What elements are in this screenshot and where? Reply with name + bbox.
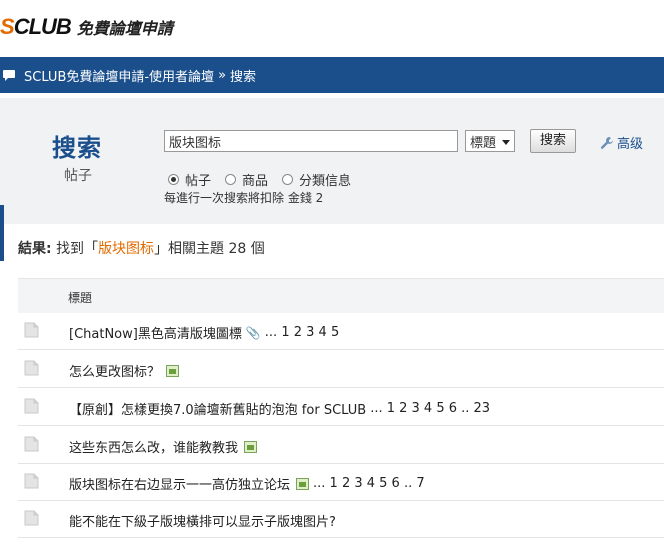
table-row: 这些东西怎么改，谁能教教我 (18, 426, 664, 464)
thread-folder-icon (24, 436, 39, 452)
thread-title-link[interactable]: 版块图标在右边显示一一高仿独立论坛 (69, 474, 290, 493)
radio-goods[interactable] (225, 174, 237, 185)
table-row: 【原創】怎樣更換7.0論壇新舊貼的泡泡 for SCLUB ... 1 2 3 4… (18, 388, 664, 426)
thread-title-link[interactable]: 这些东西怎么改，谁能教教我 (69, 437, 238, 456)
thread-folder-icon (24, 398, 39, 414)
thread-title-cell: 怎么更改图标？ (69, 361, 183, 380)
table-row: [ChatNow]黑色高清版塊圖標 📎 ... 1 2 3 4 5 (18, 312, 664, 350)
chevron-down-icon (502, 140, 510, 145)
image-attachment-icon (244, 440, 258, 453)
radio-classified[interactable] (282, 174, 294, 185)
radio-posts[interactable] (168, 174, 179, 185)
attachment-icon: 📎 (245, 325, 261, 340)
radio-classified-label[interactable]: 分類信息 (299, 170, 351, 189)
table-row: 版块图标在右边显示一一高仿独立论坛 ... 1 2 3 4 5 6 .. 7 (18, 463, 664, 501)
left-accent-bar (0, 205, 4, 261)
thread-title-link[interactable]: 怎么更改图标？ (69, 361, 160, 380)
thread-folder-icon (24, 510, 39, 526)
wrench-icon (600, 136, 613, 149)
search-button[interactable]: 搜索 (530, 129, 576, 153)
logo-brand: SCLUB (0, 14, 72, 39)
thread-title-link[interactable]: [ChatNow]黑色高清版塊圖標 (69, 323, 242, 342)
breadcrumb-forum-link[interactable]: SCLUB免費論壇申請-使用者論壇 (24, 66, 214, 85)
thread-pagination[interactable]: ... 1 2 3 4 5 6 .. 23 (370, 401, 490, 416)
breadcrumb-separator: » (218, 67, 227, 83)
thread-title-link[interactable]: 【原創】怎樣更換7.0論壇新舊貼的泡泡 for SCLUB (69, 399, 366, 418)
page-title: 搜索 (52, 134, 102, 162)
search-cost-note: 每進行一次搜索將扣除 金錢 2 (164, 191, 324, 205)
thread-pagination[interactable]: ... 1 2 3 4 5 6 .. 7 (313, 476, 425, 491)
table-row: 能不能在下級子版塊橫排可以显示子版塊图片? (18, 500, 664, 538)
breadcrumb-current[interactable]: 搜索 (230, 66, 256, 85)
thread-title-cell: 这些东西怎么改，谁能教教我 (69, 437, 261, 456)
radio-goods-label[interactable]: 商品 (242, 170, 268, 189)
image-attachment-icon (296, 477, 310, 490)
advanced-search-link[interactable]: 高级 (600, 133, 643, 152)
result-label: 結果: (18, 241, 52, 257)
thread-title-link[interactable]: 能不能在下級子版塊橫排可以显示子版塊图片? (69, 511, 336, 530)
table-row: 怎么更改图标？ (18, 350, 664, 388)
column-title-header: 標題 (68, 291, 93, 305)
thread-title-cell: [ChatNow]黑色高清版塊圖標 📎 ... 1 2 3 4 5 (69, 323, 339, 342)
thread-pagination[interactable]: ... 1 2 3 4 5 (265, 325, 339, 340)
chat-bubble-icon (3, 70, 15, 81)
site-logo[interactable]: SCLUB 免費論壇申請 (0, 14, 173, 40)
search-type-subtitle: 帖子 (64, 168, 92, 184)
image-attachment-icon (166, 364, 180, 377)
advanced-search-label: 高级 (617, 137, 644, 152)
result-summary: 結果: 找到「版块图标」相關主題 28 個 (18, 238, 265, 258)
thread-title-cell: 能不能在下級子版塊橫排可以显示子版塊图片? (69, 511, 340, 530)
result-suffix: 」相關主題 28 個 (154, 241, 265, 257)
search-type-radios: 帖子 商品 分類信息 (168, 170, 365, 189)
thread-folder-icon (24, 473, 39, 489)
table-header: 標題 (18, 278, 664, 313)
thread-title-cell: 【原創】怎樣更換7.0論壇新舊貼的泡泡 for SCLUB ... 1 2 3 4… (69, 399, 490, 418)
search-input[interactable] (164, 130, 458, 152)
search-field-select[interactable]: 標題 (465, 130, 515, 152)
search-field-select-value: 標題 (470, 135, 497, 151)
thread-title-cell: 版块图标在右边显示一一高仿独立论坛 ... 1 2 3 4 5 6 .. 7 (69, 474, 425, 493)
thread-folder-icon (24, 360, 39, 376)
radio-posts-label[interactable]: 帖子 (185, 170, 211, 189)
result-prefix: 找到「 (56, 241, 99, 257)
logo-subtitle: 免費論壇申請 (76, 19, 173, 38)
breadcrumb: SCLUB免費論壇申請-使用者論壇 » 搜索 (0, 57, 664, 93)
thread-folder-icon (24, 322, 39, 338)
result-keyword: 版块图标 (98, 241, 155, 257)
